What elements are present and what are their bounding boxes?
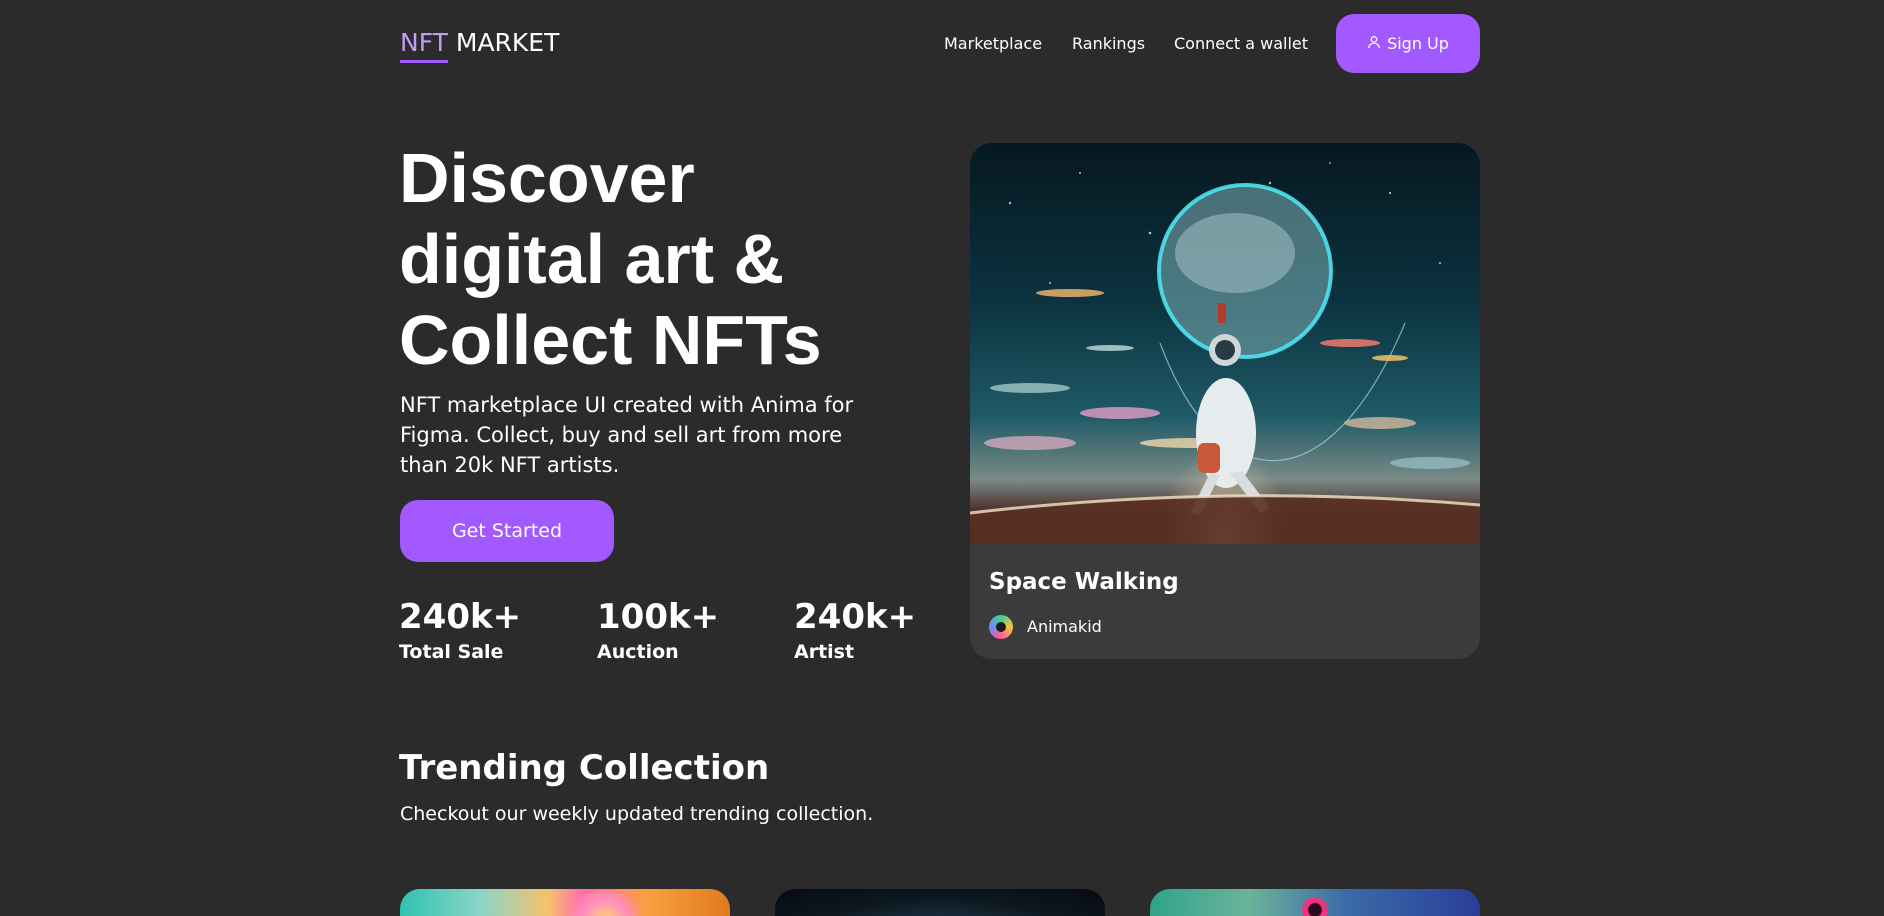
logo-nft-text: NFT: [400, 28, 448, 57]
avatar: [989, 615, 1013, 639]
nav-rankings[interactable]: Rankings: [1072, 34, 1145, 54]
sign-up-button[interactable]: Sign Up: [1336, 14, 1480, 73]
trending-collection-card[interactable]: [1150, 889, 1480, 916]
nav-marketplace[interactable]: Marketplace: [944, 34, 1042, 54]
user-icon: [1367, 34, 1381, 53]
get-started-button[interactable]: Get Started: [400, 500, 614, 562]
sign-up-label: Sign Up: [1387, 34, 1449, 53]
trending-collection-card[interactable]: [400, 889, 730, 916]
stat-value: 100k+: [597, 597, 720, 637]
featured-artist[interactable]: Animakid: [989, 615, 1102, 639]
stat-value: 240k+: [399, 597, 522, 637]
hero-title-line-3: Collect NFTs: [399, 301, 822, 379]
trending-title: Trending Collection: [399, 748, 770, 788]
stat-label: Auction: [597, 641, 679, 663]
hero-title-line-1: Discover: [399, 139, 695, 217]
featured-nft-name: Space Walking: [989, 569, 1179, 595]
logo[interactable]: NFT MARKET: [400, 28, 559, 58]
stat-label: Total Sale: [399, 641, 504, 663]
nav-connect-wallet[interactable]: Connect a wallet: [1174, 34, 1308, 54]
stat-value: 240k+: [794, 597, 917, 637]
stat-auction: 100k+ Auction: [597, 596, 719, 664]
stat-label: Artist: [794, 641, 855, 663]
trending-collection-card[interactable]: [775, 889, 1105, 916]
hero-title: Discover digital art & Collect NFTs: [399, 138, 919, 381]
logo-market-text: MARKET: [447, 28, 560, 57]
stat-total-sale: 240k+ Total Sale: [399, 596, 521, 664]
featured-nft-image[interactable]: [970, 143, 1480, 544]
stat-artist: 240k+ Artist: [794, 596, 916, 664]
trending-subtitle: Checkout our weekly updated trending col…: [400, 803, 874, 825]
page: NFT MARKET Marketplace Rankings Connect …: [0, 0, 1884, 916]
hero-description: NFT marketplace UI created with Anima fo…: [400, 393, 854, 477]
featured-nft-card[interactable]: Space Walking Animakid: [970, 143, 1480, 659]
hero-title-line-2: digital art &: [399, 220, 785, 298]
artist-name: Animakid: [1027, 617, 1102, 636]
space-walking-artwork: [970, 162, 1480, 544]
